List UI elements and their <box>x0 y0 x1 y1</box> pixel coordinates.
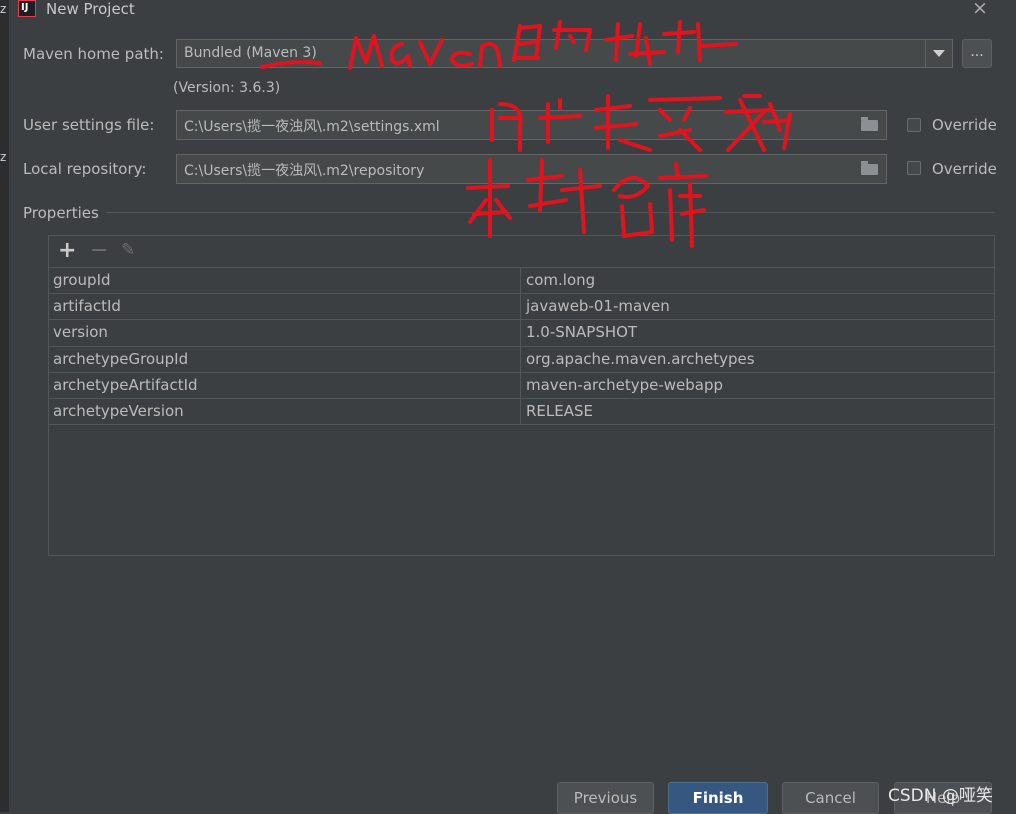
handwritten-annotations <box>260 20 792 248</box>
